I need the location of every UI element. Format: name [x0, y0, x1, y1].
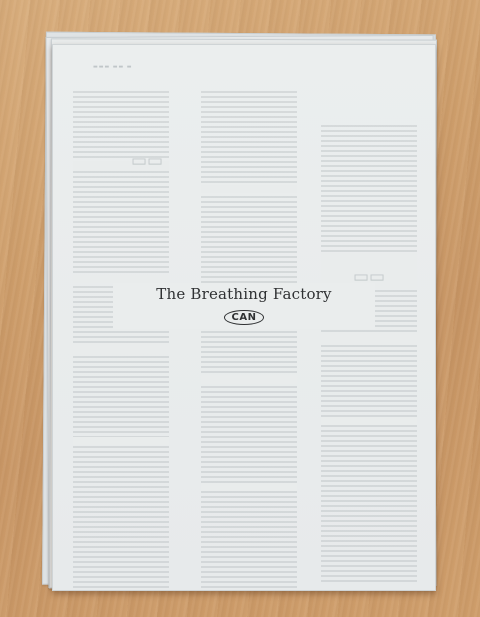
- document-title: The Breathing Factory: [156, 285, 332, 303]
- paragraph-gap: [321, 335, 417, 343]
- paragraph-gap: [73, 345, 169, 354]
- cover-title-block: The Breathing Factory CAN: [113, 283, 375, 329]
- show-through-running-head: ▬▬▬ ▬▬ ▬: [93, 64, 133, 70]
- show-through-heading: ▭▭: [131, 151, 164, 171]
- can-logo: CAN: [223, 310, 265, 325]
- show-through-text-column: [201, 91, 297, 589]
- show-through-text-column: [321, 125, 417, 583]
- paragraph-gap: [201, 185, 297, 193]
- paragraph-gap: [201, 375, 297, 384]
- paragraph-gap: [73, 437, 169, 445]
- top-page: ▬▬▬ ▬▬ ▬ ▭▭ ▭▭ The Breathing Factory CAN: [52, 44, 436, 591]
- paragraph-gap: [321, 417, 417, 425]
- paragraph-gap: [201, 483, 297, 491]
- paragraph-gap: [73, 275, 169, 283]
